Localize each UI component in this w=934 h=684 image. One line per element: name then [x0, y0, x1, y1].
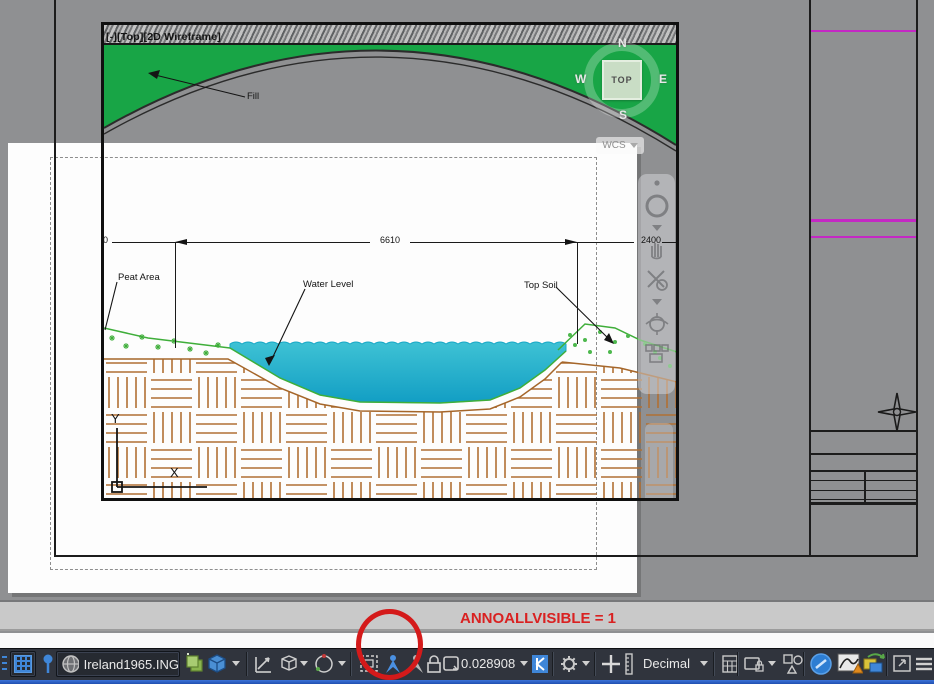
- filename-label: Ireland1965.ING: [83, 656, 179, 672]
- autocad-workspace: Y X [-][Top][2D Wireframe] 0 6610 2400 P…: [0, 0, 934, 684]
- showmotion-icon[interactable]: [644, 343, 670, 363]
- wcs-label: WCS: [602, 140, 626, 151]
- titleblock-row-line: [811, 453, 916, 455]
- menu-icon[interactable]: [913, 652, 934, 676]
- viewport-scale-sync-icon[interactable]: [440, 652, 462, 676]
- grid-display-button[interactable]: [10, 651, 36, 677]
- chevron-down-icon[interactable]: [582, 661, 590, 666]
- viewcube-north[interactable]: N: [618, 36, 627, 50]
- frame-bottom-line: [54, 555, 918, 557]
- globe-icon: [62, 655, 79, 673]
- peat-area-label: Peat Area: [118, 272, 160, 283]
- white-strip: [0, 633, 934, 648]
- frame-left-line: [54, 0, 56, 557]
- clipped-toolbar-icon[interactable]: [0, 652, 8, 676]
- chevron-down-icon: [630, 140, 638, 151]
- viewport-scale-value[interactable]: 0.028908: [461, 656, 515, 671]
- ucs-y-label: Y: [111, 411, 120, 426]
- top-soil-label: Top Soil: [524, 280, 558, 291]
- navigation-wheel-icon[interactable]: [644, 193, 670, 219]
- magenta-line-1: [811, 30, 916, 32]
- dim-span-value: 6610: [370, 235, 410, 245]
- performance-tuner-icon[interactable]: [837, 651, 864, 675]
- dim-left-value: 0: [104, 235, 109, 245]
- copy-objects-icon[interactable]: [184, 652, 206, 676]
- titleblock-row-line-thick: [811, 502, 916, 505]
- water-level-label: Water Level: [303, 279, 354, 290]
- separator: [246, 652, 248, 676]
- clean-screen-layers-icon[interactable]: [862, 651, 885, 675]
- annotation-scale-sync-icon[interactable]: [529, 652, 551, 676]
- navigation-bar[interactable]: [638, 174, 675, 394]
- chevron-down-icon[interactable]: [768, 661, 776, 666]
- orbit-icon[interactable]: [644, 311, 670, 337]
- units-value[interactable]: Decimal: [643, 656, 690, 671]
- navbar-dot-icon[interactable]: [653, 179, 661, 187]
- grid-icon: [14, 655, 32, 673]
- chevron-down-icon[interactable]: [700, 661, 708, 666]
- separator: [886, 652, 888, 676]
- layout-viewport[interactable]: Y X [-][Top][2D Wireframe] 0 6610 2400 P…: [101, 22, 679, 501]
- separator: [350, 652, 352, 676]
- chevron-down-icon[interactable]: [232, 661, 240, 666]
- separator: [594, 652, 596, 676]
- hardware-acceleration-icon[interactable]: [809, 651, 832, 675]
- geolocation-file-button[interactable]: Ireland1965.ING: [56, 651, 180, 677]
- magenta-line-2: [811, 219, 916, 222]
- chevron-down-icon[interactable]: [651, 299, 662, 305]
- separator: [713, 652, 715, 676]
- taskbar-edge: [0, 680, 934, 684]
- titleblock-divider: [864, 470, 866, 502]
- viewcube[interactable]: N W E S TOP: [575, 36, 667, 122]
- separator: [737, 652, 739, 676]
- box-wireframe-icon[interactable]: [278, 652, 300, 676]
- annoallvisible-text: ANNOALLVISIBLE = 1: [460, 610, 616, 627]
- titleblock-right-line: [916, 0, 918, 556]
- leader-lines: [104, 73, 613, 364]
- chevron-down-icon[interactable]: [520, 661, 528, 666]
- gear-icon[interactable]: [558, 652, 580, 676]
- viewcube-top-face[interactable]: TOP: [602, 60, 642, 100]
- ucs-x-label: X: [170, 465, 179, 480]
- toolbar-lock-icon[interactable]: [743, 652, 765, 676]
- dim-right-value: 2400: [640, 235, 662, 245]
- fullscreen-icon[interactable]: [891, 652, 913, 676]
- extension-line-right: [577, 242, 578, 344]
- cube-3d-icon[interactable]: [206, 652, 228, 676]
- extension-line-left: [175, 242, 176, 348]
- separator: [552, 652, 554, 676]
- magenta-line-3: [811, 236, 916, 238]
- viewcube-west[interactable]: W: [575, 72, 586, 86]
- viewport-controls-label[interactable]: [-][Top][2D Wireframe]: [106, 31, 221, 43]
- plus-icon[interactable]: [600, 652, 622, 676]
- navigation-bar-extension[interactable]: [645, 423, 673, 498]
- chevron-down-icon[interactable]: [651, 225, 662, 231]
- isolate-objects-icon[interactable]: [781, 652, 803, 676]
- separator: [803, 652, 805, 676]
- fill-label: Fill: [247, 91, 260, 102]
- red-highlight-circle: [356, 609, 423, 680]
- titleblock-left-line: [809, 0, 811, 556]
- ucs-selector[interactable]: WCS: [596, 137, 644, 154]
- viewport-canvas[interactable]: Y X [-][Top][2D Wireframe] 0 6610 2400 P…: [104, 25, 676, 498]
- north-arrow-symbol: [877, 392, 917, 432]
- orbit-sphere-icon[interactable]: [313, 652, 335, 676]
- viewcube-east[interactable]: E: [659, 72, 667, 86]
- viewcube-south[interactable]: S: [619, 108, 627, 122]
- chevron-down-icon[interactable]: [300, 661, 308, 666]
- zoom-extents-icon[interactable]: [644, 267, 670, 293]
- chevron-down-icon[interactable]: [338, 661, 346, 666]
- drafting-axes-icon[interactable]: [252, 652, 274, 676]
- ruler-icon[interactable]: [622, 652, 644, 676]
